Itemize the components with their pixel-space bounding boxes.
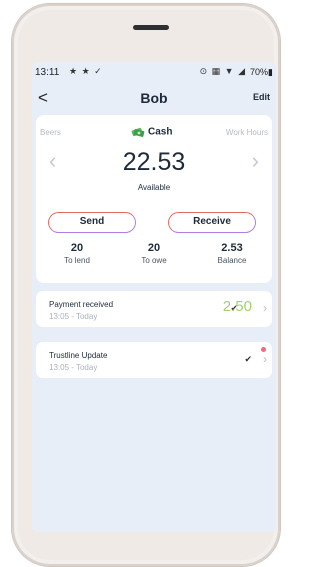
transaction-item-trustline[interactable]: Trustline Update 13:05 - Today ✔ › <box>36 342 272 378</box>
wallet-card: Beers Cash Work Hours ‹ › 22.53 Availabl… <box>36 115 272 283</box>
edit-button[interactable]: Edit <box>253 92 270 102</box>
app-screen: 13:11 ★ ★ ✓ ⊙ ▦ ▼ ◢ 70%▮ < Bob Edit Beer… <box>32 62 276 532</box>
notification-icons: ★ ★ ✓ <box>69 66 103 76</box>
receive-button[interactable]: Receive <box>168 212 256 233</box>
chevron-right-icon: › <box>263 301 267 315</box>
current-currency[interactable]: Cash <box>131 126 172 138</box>
stat-value: 2.53 <box>221 242 243 254</box>
transaction-time: 13:05 - Today <box>49 312 98 321</box>
current-currency-label: Cash <box>148 126 173 138</box>
transaction-title: Trustline Update <box>49 351 108 360</box>
prev-currency-label[interactable]: Beers <box>40 128 61 137</box>
nav-bar: < Bob Edit <box>32 86 276 112</box>
battery-indicator: 70%▮ <box>250 67 273 77</box>
stat-value: 20 <box>147 242 161 254</box>
page-title: Bob <box>140 90 168 106</box>
available-label: Available <box>137 183 171 192</box>
speaker-grille <box>133 25 169 30</box>
available-amount: 22.53 <box>122 148 186 176</box>
next-currency-label[interactable]: Work Hours <box>226 128 268 137</box>
transaction-time: 13:05 - Today <box>49 363 98 372</box>
send-button[interactable]: Send <box>48 212 136 233</box>
transaction-amount: 2.50 <box>222 298 252 315</box>
stat-label: To owe <box>141 256 167 265</box>
stat-label: Balance <box>217 256 247 265</box>
checkmark-icon: ✔ <box>244 354 252 364</box>
transaction-item-payment[interactable]: Payment received 13:05 - Today ✔ 2.50 › <box>36 291 272 327</box>
chevron-right-icon: › <box>263 352 267 366</box>
stat-label: To lend <box>64 256 90 265</box>
transaction-title: Payment received <box>49 300 114 309</box>
signal-icons: ⊙ ▦ ▼ ◢ <box>199 66 246 76</box>
status-bar: 13:11 ★ ★ ✓ ⊙ ▦ ▼ ◢ 70%▮ <box>32 62 276 82</box>
stat-balance: 2.53 Balance <box>202 242 262 265</box>
stat-to-owe: 20 To owe <box>124 242 184 265</box>
status-time: 13:11 <box>35 67 60 78</box>
stat-to-lend: 20 To lend <box>47 242 107 265</box>
stat-value: 20 <box>70 242 84 254</box>
currency-selector: Beers Cash Work Hours <box>36 126 272 140</box>
cash-icon <box>131 127 145 137</box>
